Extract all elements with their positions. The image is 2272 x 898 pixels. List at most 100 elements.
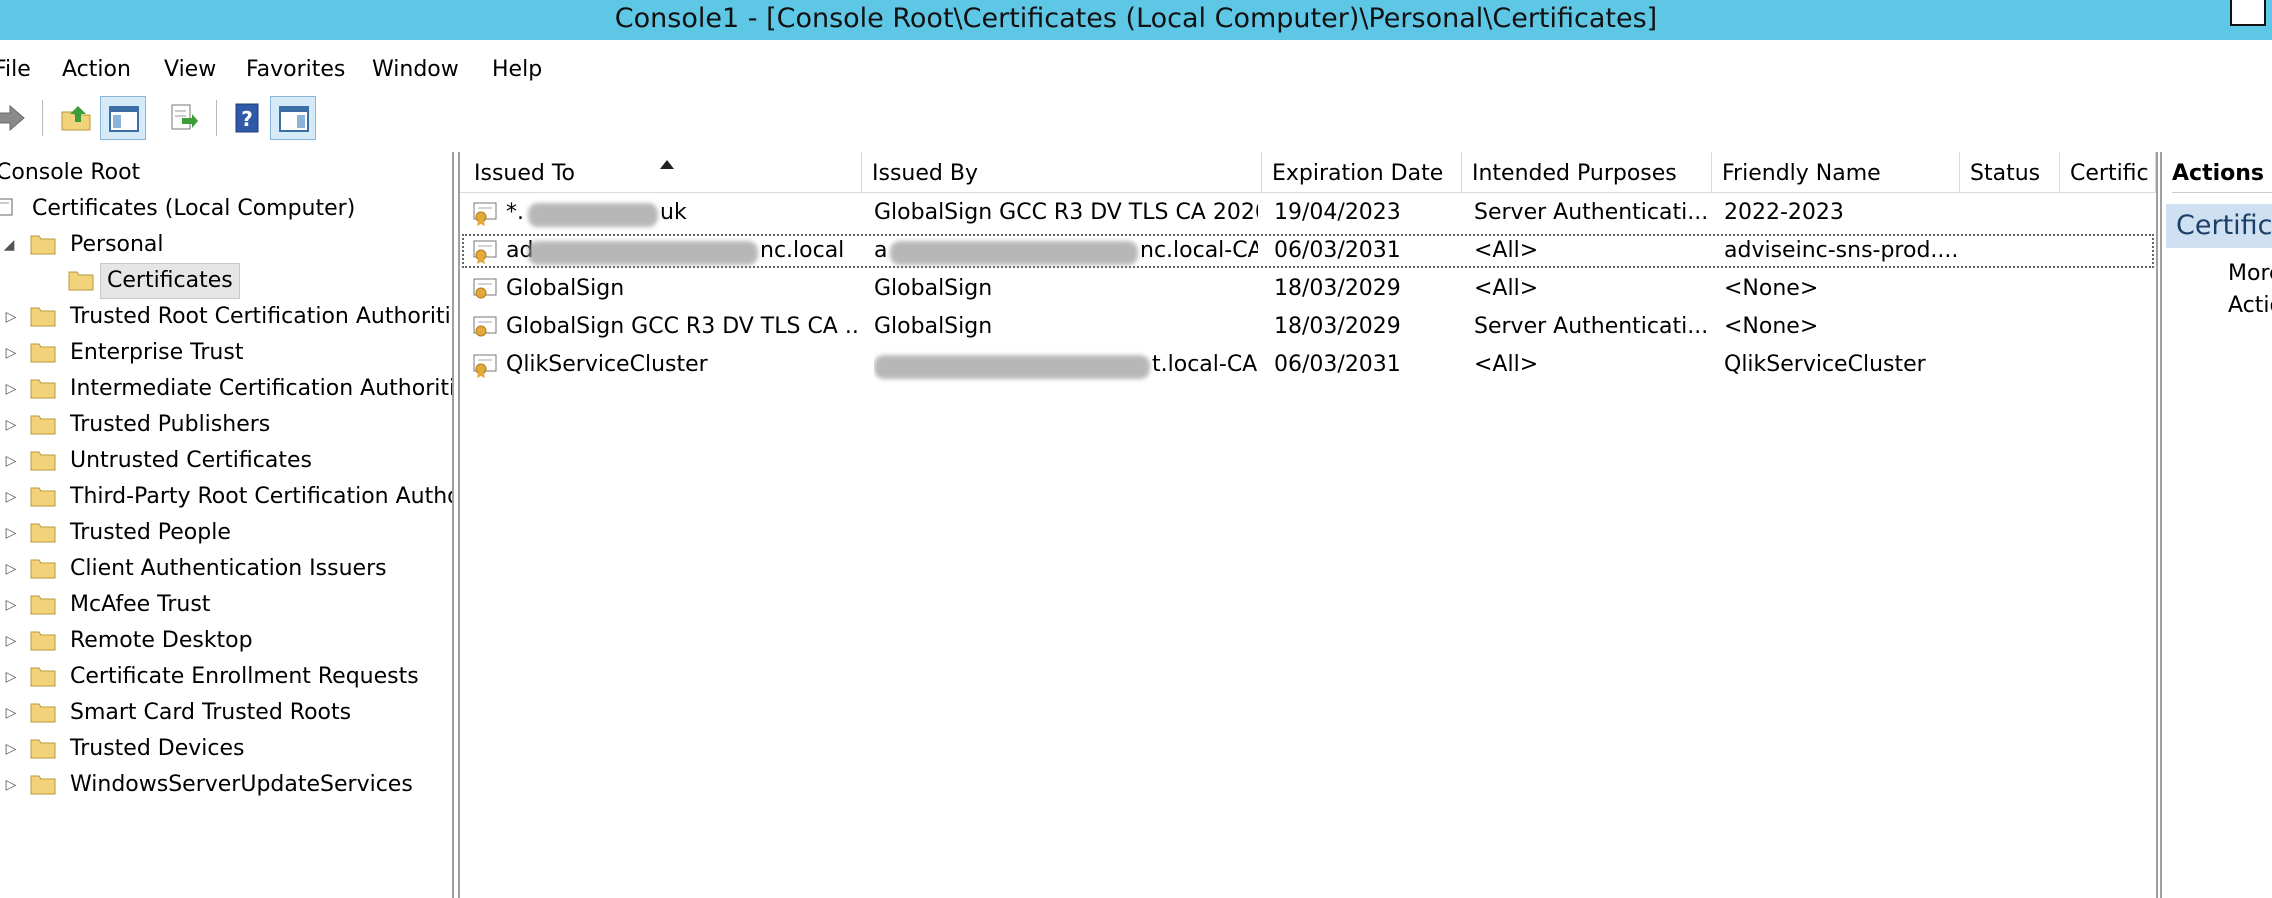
expand-arrow-icon[interactable]: ▷ [2, 732, 20, 766]
toolbar-separator [42, 100, 43, 136]
certificate-icon [473, 316, 497, 337]
intended-purposes-cell: Server Authenticati... [1474, 200, 1708, 225]
folder-up-icon [61, 106, 91, 131]
menu-action[interactable]: Action [62, 52, 131, 88]
issued-by-suffix: t.local-CA [1152, 352, 1258, 377]
help-button[interactable]: ? [224, 96, 270, 140]
forward-arrow-icon [0, 104, 25, 132]
folder-icon [30, 703, 56, 723]
tree-label: Trusted People [70, 520, 231, 545]
redacted-text [874, 355, 1150, 379]
tree-label: Smart Card Trusted Roots [70, 700, 352, 725]
table-row[interactable]: QlikServiceCluster t.local-CA 06/03/2031… [460, 346, 2156, 384]
menu-help[interactable]: Help [492, 52, 542, 88]
tree-label: Personal [70, 232, 164, 257]
expand-arrow-icon[interactable]: ▷ [2, 552, 20, 586]
redacted-text [528, 203, 658, 227]
menu-window[interactable]: Window [372, 52, 459, 88]
toolbar-separator [216, 100, 217, 136]
expand-arrow-icon[interactable]: ▷ [2, 624, 20, 658]
expiration-date-cell: 18/03/2029 [1274, 276, 1401, 301]
issued-by-suffix: nc.local-CA [1140, 238, 1258, 263]
tree-label: Trusted Publishers [70, 412, 271, 437]
tree-label: Certificates (Local Computer) [32, 196, 356, 221]
expand-arrow-icon[interactable]: ▷ [2, 372, 20, 406]
folder-icon [30, 343, 56, 363]
intended-purposes-cell: <All> [1474, 352, 1539, 377]
issued-to-cell: QlikServiceCluster [506, 352, 708, 377]
column-header-friendly-name[interactable]: Friendly Name [1712, 152, 1960, 192]
column-header-intended-purposes[interactable]: Intended Purposes [1462, 152, 1712, 192]
up-one-level-button[interactable] [54, 96, 100, 140]
table-row[interactable]: GlobalSign GlobalSign 18/03/2029 <All> <… [460, 270, 2156, 308]
column-header-issued-to[interactable]: Issued To [464, 152, 862, 192]
column-label: Issued To [474, 161, 576, 186]
minimize-button[interactable] [2230, 0, 2266, 26]
expand-arrow-icon[interactable]: ▷ [2, 588, 20, 622]
issued-to-suffix: nc.local [760, 238, 845, 263]
redacted-text [890, 241, 1138, 265]
folder-icon [30, 235, 56, 255]
more-actions-link[interactable]: More Actions [2228, 258, 2272, 322]
friendly-name-cell: <None> [1724, 314, 1819, 339]
show-hide-console-tree-button[interactable] [100, 96, 146, 140]
folder-icon [30, 775, 56, 795]
expand-arrow-icon[interactable]: ▷ [2, 696, 20, 730]
export-list-button[interactable] [160, 96, 206, 140]
actions-header: Actions [2172, 152, 2272, 193]
tree-label: McAfee Trust [70, 592, 211, 617]
expand-arrow-icon[interactable]: ▷ [2, 336, 20, 370]
expand-arrow-icon[interactable]: ▷ [2, 516, 20, 550]
table-row[interactable]: ad nc.local a nc.local-CA 06/03/2031 <Al… [460, 232, 2156, 270]
tree-label: WindowsServerUpdateServices [70, 772, 413, 797]
column-header-issued-by[interactable]: Issued By [862, 152, 1262, 192]
folder-icon [30, 379, 56, 399]
menu-bar: File Action View Favorites Window Help [0, 52, 2272, 88]
expand-arrow-icon[interactable]: ▷ [2, 768, 20, 802]
tree-label: Enterprise Trust [70, 340, 244, 365]
menu-view[interactable]: View [164, 52, 216, 88]
export-list-icon [171, 104, 198, 130]
issued-to-suffix: uk [660, 200, 687, 225]
actions-section-certificates[interactable]: Certificates [2166, 204, 2272, 248]
folder-icon [30, 451, 56, 471]
show-hide-action-pane-button[interactable] [270, 96, 316, 140]
svg-text:?: ? [241, 107, 253, 131]
action-pane-icon [279, 106, 309, 132]
table-row[interactable]: *. uk GlobalSign GCC R3 DV TLS CA 2020 1… [460, 194, 2156, 232]
folder-icon [30, 595, 56, 615]
issued-to-cell: GlobalSign GCC R3 DV TLS CA ... [506, 314, 858, 339]
issued-by-cell: a [874, 238, 888, 263]
table-row[interactable]: GlobalSign GCC R3 DV TLS CA ... GlobalSi… [460, 308, 2156, 346]
certificate-list: Issued To Issued By Expiration Date Inte… [458, 152, 2158, 898]
expand-arrow-icon[interactable]: ▷ [2, 408, 20, 442]
folder-icon [30, 523, 56, 543]
folder-icon [30, 667, 56, 687]
folder-icon [30, 487, 56, 507]
column-header-expiration-date[interactable]: Expiration Date [1262, 152, 1462, 192]
intended-purposes-cell: <All> [1474, 238, 1539, 263]
expiration-date-cell: 06/03/2031 [1274, 238, 1401, 263]
friendly-name-cell: 2022-2023 [1724, 200, 1844, 225]
collapse-arrow-icon[interactable]: ◢ [0, 228, 18, 262]
column-header-status[interactable]: Status [1960, 152, 2060, 192]
title-bar: Console1 - [Console Root\Certificates (L… [0, 0, 2272, 40]
sort-ascending-icon [660, 160, 674, 169]
redacted-text [528, 241, 758, 265]
certificate-icon [473, 240, 497, 264]
menu-favorites[interactable]: Favorites [246, 52, 345, 88]
expand-arrow-icon[interactable]: ▷ [2, 480, 20, 514]
column-header-certificate-template[interactable]: Certific [2060, 152, 2156, 192]
console-tree: Console Root Certificates (Local Compute… [0, 152, 454, 898]
toolbar: ? [0, 96, 2272, 142]
forward-button[interactable] [0, 96, 32, 140]
certificate-icon [473, 202, 497, 226]
tree-label: Client Authentication Issuers [70, 556, 387, 581]
menu-file[interactable]: File [0, 52, 31, 88]
folder-icon [30, 631, 56, 651]
expand-arrow-icon[interactable]: ▷ [2, 660, 20, 694]
list-header: Issued To Issued By Expiration Date Inte… [460, 152, 2156, 193]
expand-arrow-icon[interactable]: ▷ [2, 300, 20, 334]
friendly-name-cell: adviseinc-sns-prod.... [1724, 238, 1956, 263]
expand-arrow-icon[interactable]: ▷ [2, 444, 20, 478]
